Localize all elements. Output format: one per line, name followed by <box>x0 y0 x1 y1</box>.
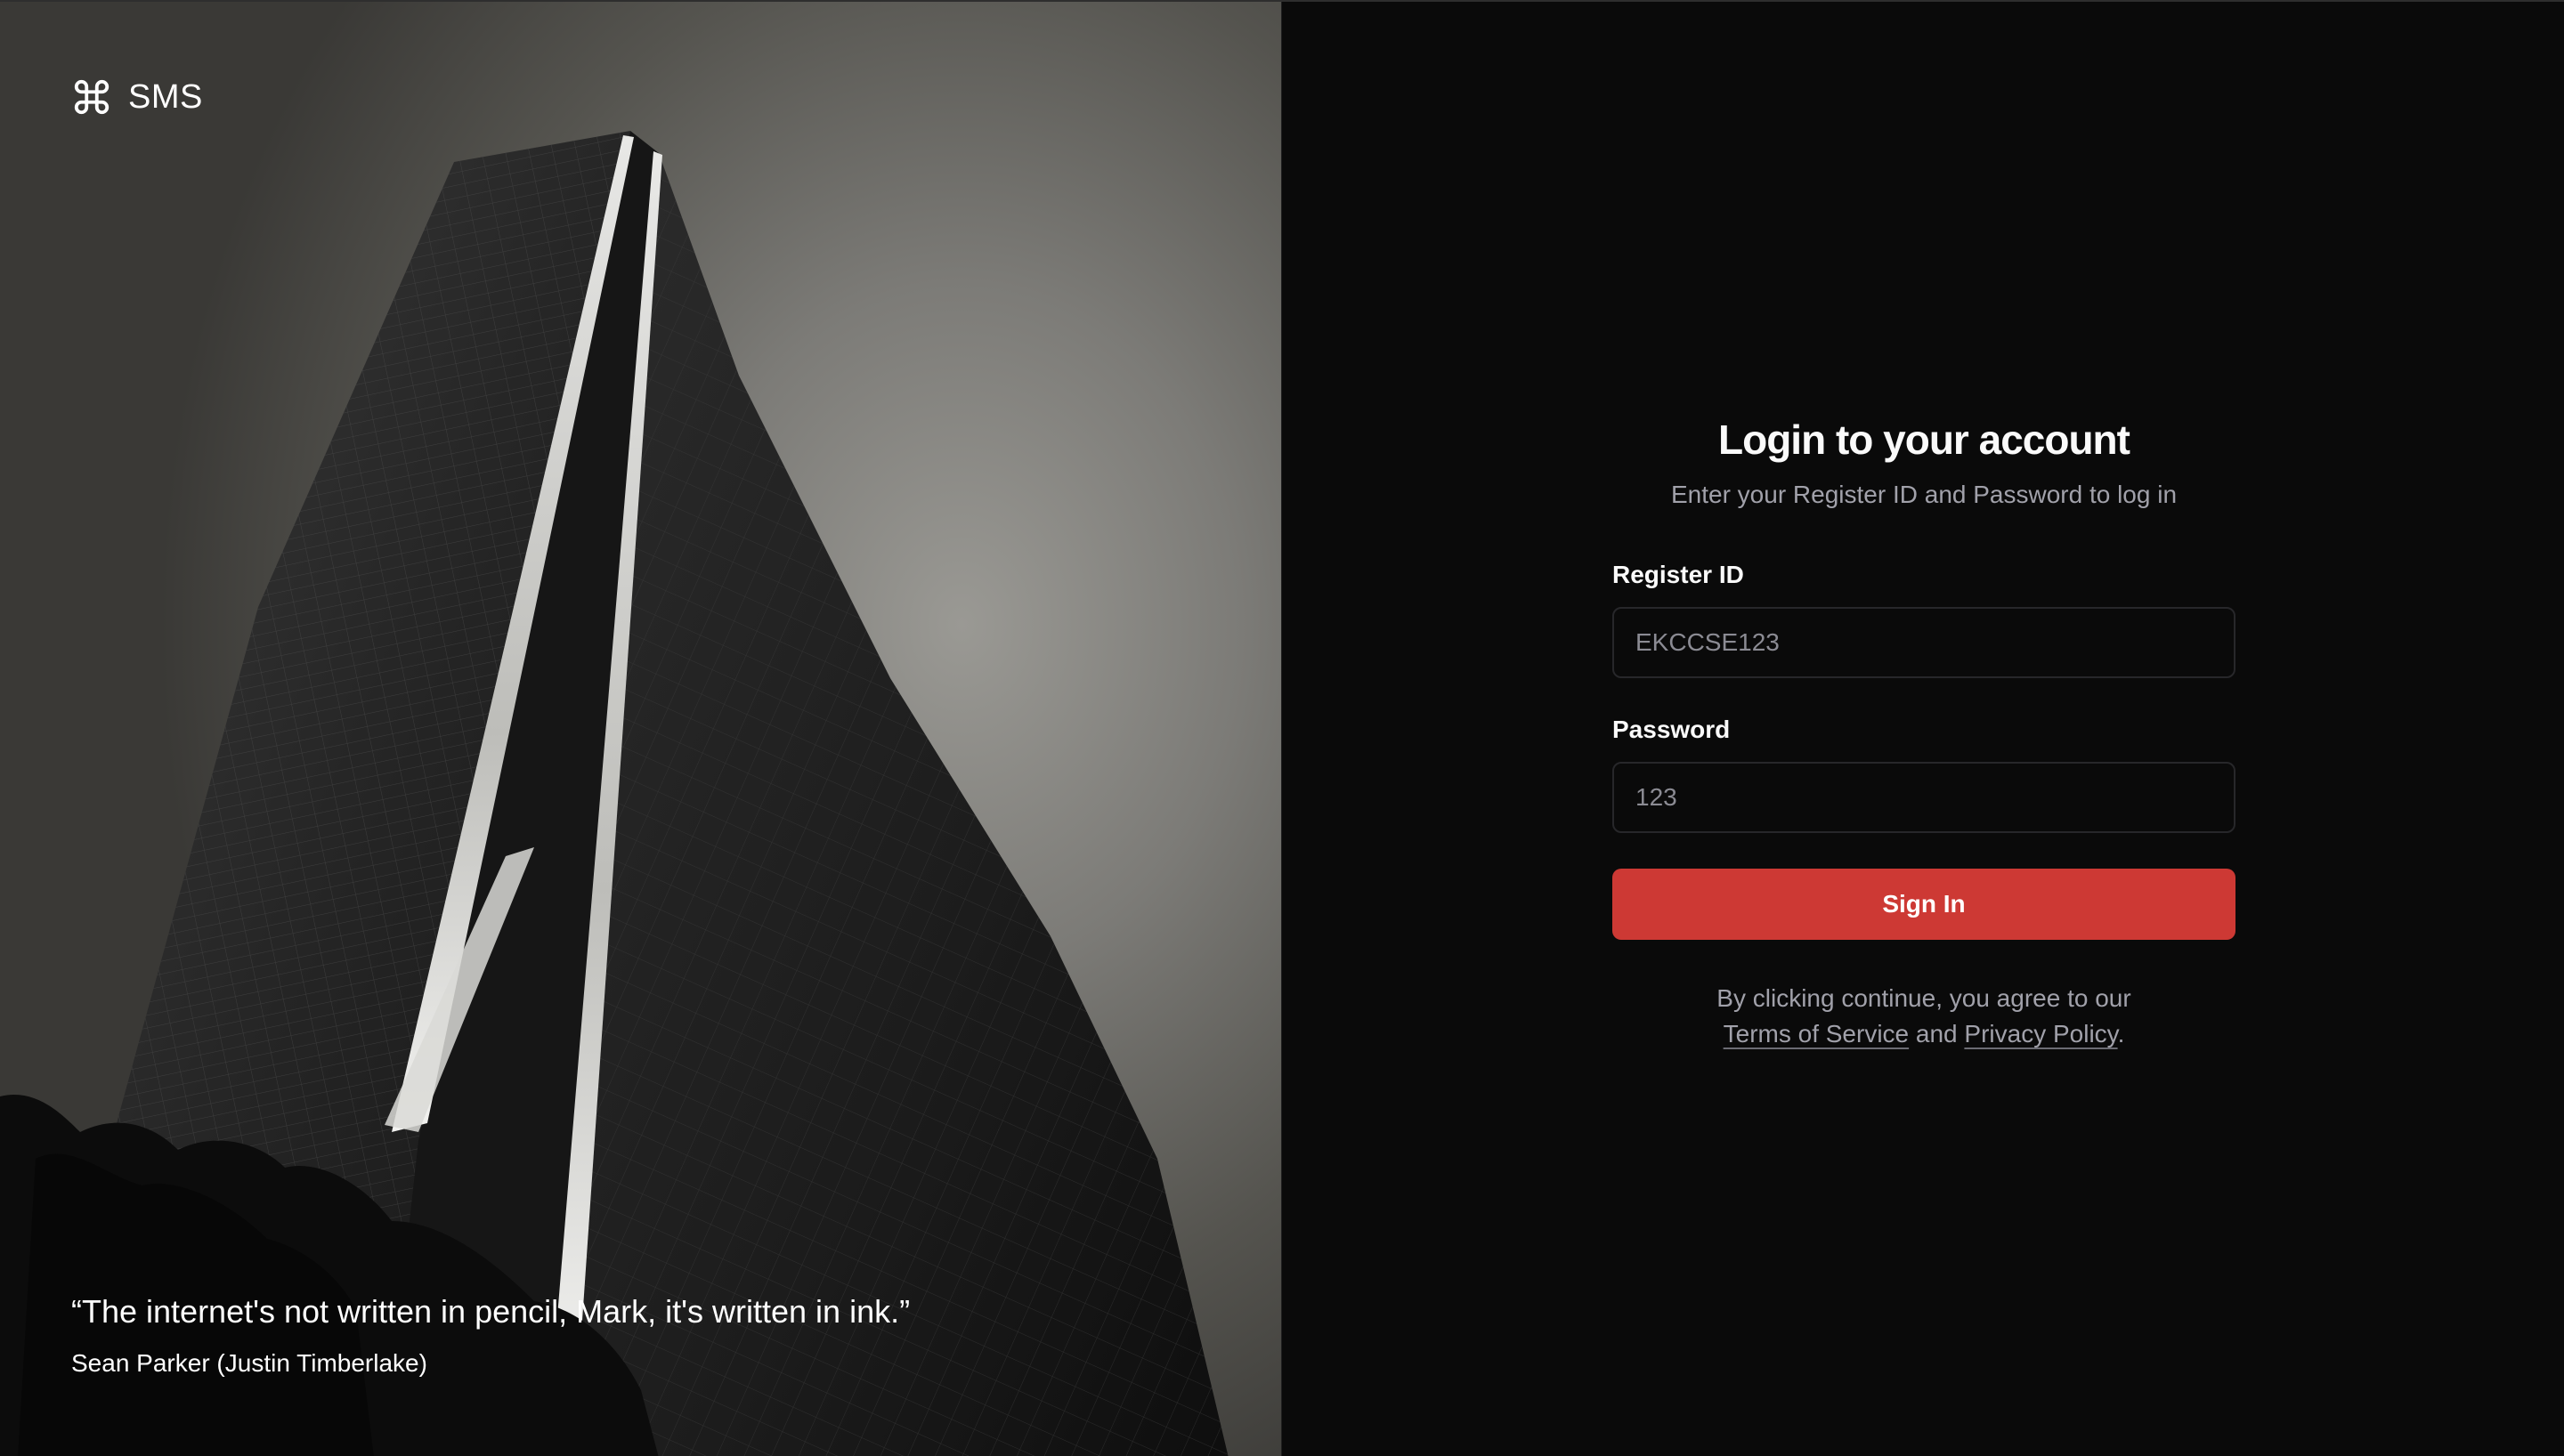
terms-of-service-link[interactable]: Terms of Service <box>1724 1020 1910 1048</box>
login-panel: Login to your account Enter your Registe… <box>1282 2 2564 1456</box>
quote-text: “The internet's not written in pencil, M… <box>71 1293 911 1330</box>
login-page: SMS “The internet's not written in penci… <box>0 0 2564 1456</box>
register-id-label: Register ID <box>1612 561 1744 588</box>
legal-notice: By clicking continue, you agree to our T… <box>1612 981 2235 1052</box>
legal-prefix: By clicking continue, you agree to our <box>1716 984 2131 1012</box>
password-input[interactable] <box>1612 762 2235 833</box>
legal-suffix: . <box>2117 1020 2125 1048</box>
password-label: Password <box>1612 716 1731 743</box>
quote-author: Sean Parker (Justin Timberlake) <box>71 1349 427 1377</box>
brand-name: SMS <box>128 77 203 116</box>
legal-and: and <box>1915 1020 1958 1048</box>
brand: SMS <box>71 77 203 117</box>
testimonial-quote: “The internet's not written in pencil, M… <box>71 1290 910 1379</box>
page-title: Login to your account <box>1718 417 2130 463</box>
hero-panel: SMS “The internet's not written in penci… <box>0 2 1281 1456</box>
skyscraper-photo <box>0 131 1229 1456</box>
sign-in-button[interactable]: Sign In <box>1612 869 2235 940</box>
page-subtitle: Enter your Register ID and Password to l… <box>1670 481 2178 508</box>
command-icon <box>74 79 110 115</box>
login-form: Login to your account Enter your Registe… <box>1612 411 2235 1052</box>
password-field-group: Password <box>1612 714 2235 833</box>
register-id-input[interactable] <box>1612 607 2235 678</box>
privacy-policy-link[interactable]: Privacy Policy <box>1964 1020 2117 1048</box>
register-id-field-group: Register ID <box>1612 559 2235 678</box>
